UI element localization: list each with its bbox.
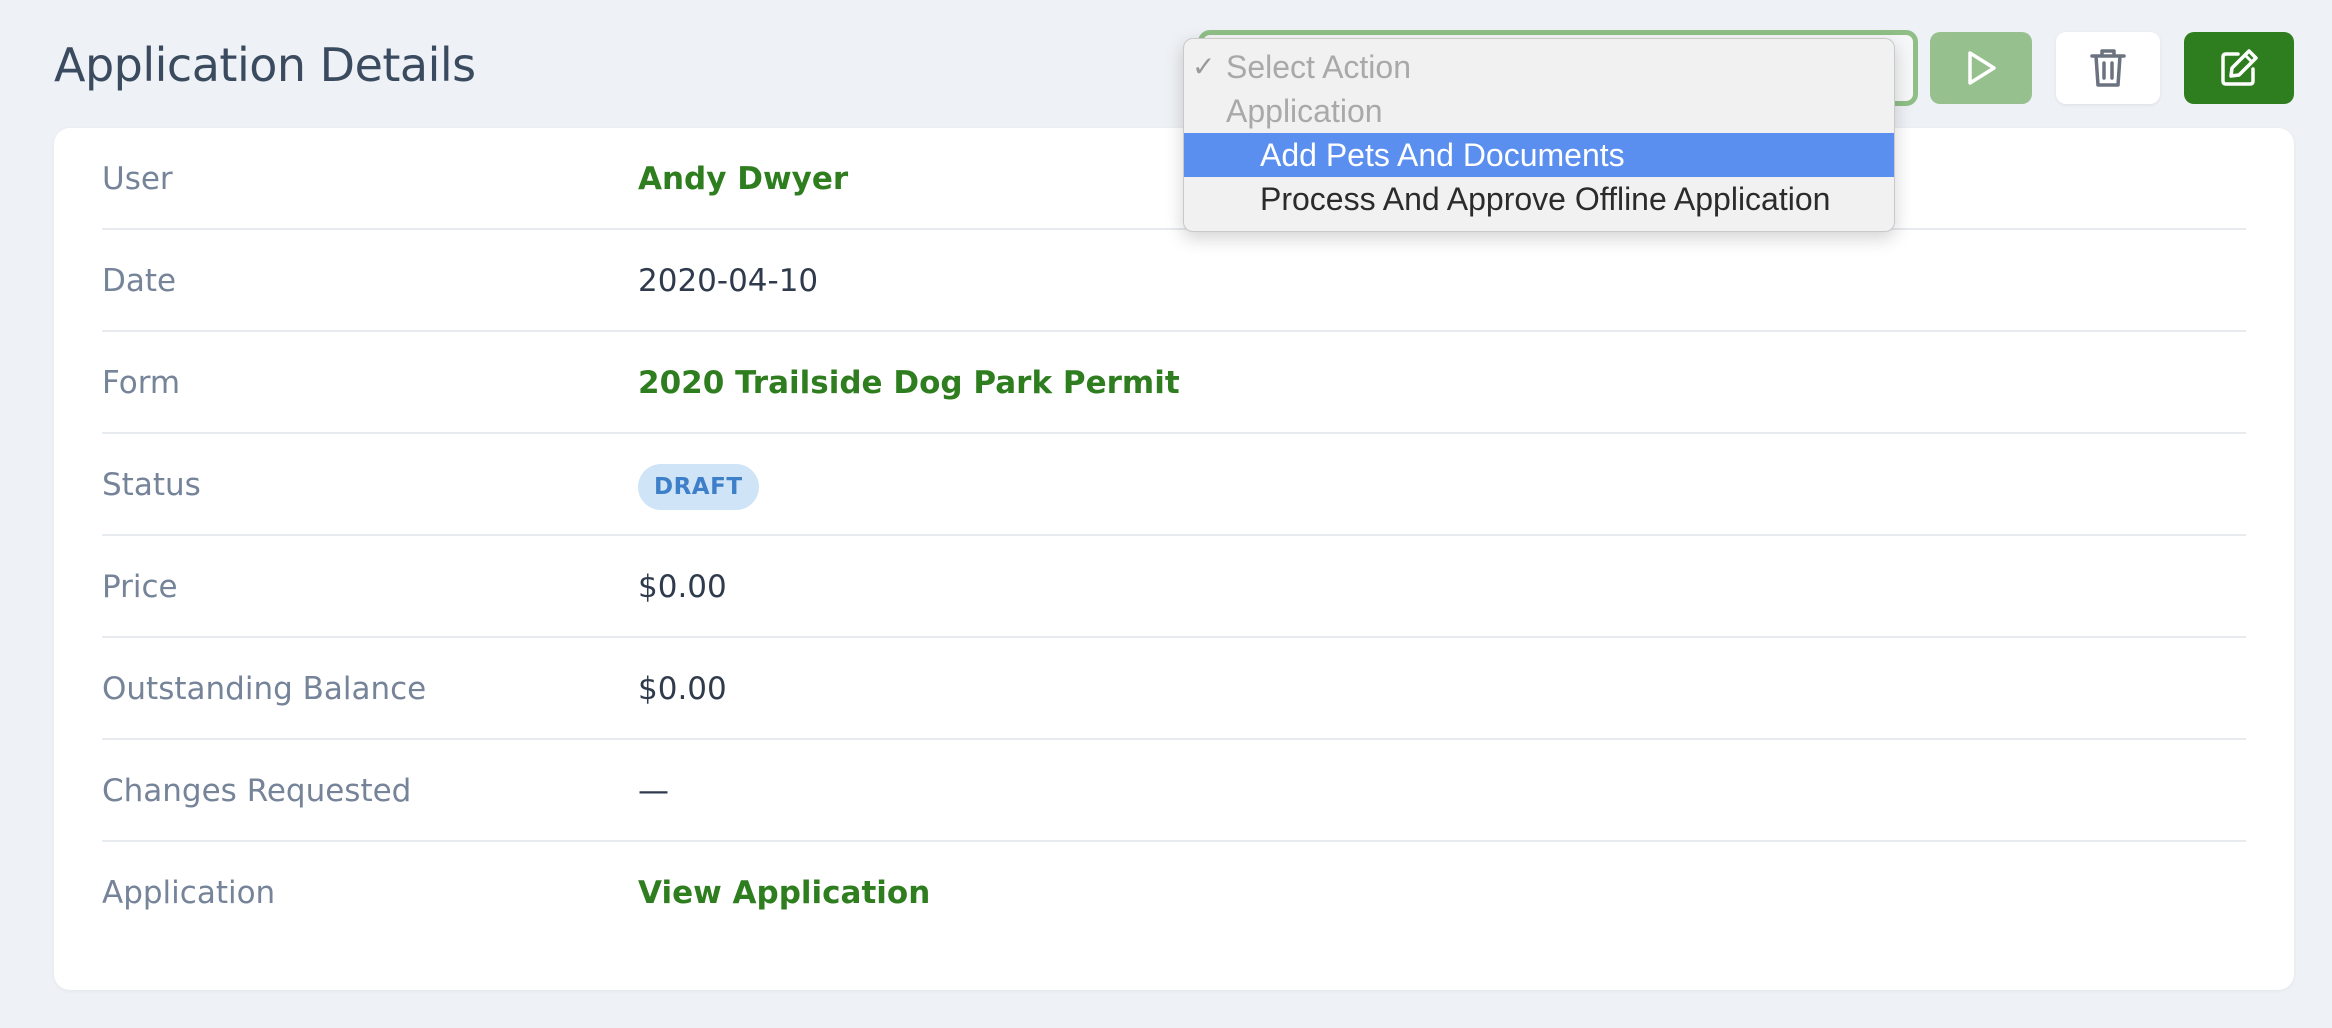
action-dropdown-menu: ✓ Select Action Application Add Pets And… xyxy=(1183,38,1895,232)
edit-button[interactable] xyxy=(2184,32,2294,104)
edit-icon xyxy=(2221,49,2258,86)
user-link[interactable]: Andy Dwyer xyxy=(638,128,848,230)
status-cell: DRAFT xyxy=(638,434,759,536)
view-application-link[interactable]: View Application xyxy=(638,842,930,944)
price-value: $0.00 xyxy=(638,569,727,605)
balance-value: $0.00 xyxy=(638,671,727,707)
delete-button[interactable] xyxy=(2056,32,2160,104)
dropdown-option-process-approve[interactable]: Process And Approve Offline Application xyxy=(1184,177,1894,221)
detail-row-changes: Changes Requested — xyxy=(102,740,2246,842)
detail-label: Price xyxy=(102,569,178,605)
page-title: Application Details xyxy=(54,38,476,92)
check-icon: ✓ xyxy=(1192,51,1216,82)
dropdown-option-add-pets[interactable]: Add Pets And Documents xyxy=(1184,133,1894,177)
play-icon xyxy=(1968,51,1996,85)
detail-row-date: Date 2020-04-10 xyxy=(102,230,2246,332)
detail-row-price: Price $0.00 xyxy=(102,536,2246,638)
run-action-button[interactable] xyxy=(1930,32,2032,104)
form-link[interactable]: 2020 Trailside Dog Park Permit xyxy=(638,332,1180,434)
dropdown-placeholder-label: Select Action xyxy=(1226,49,1411,85)
detail-row-form: Form 2020 Trailside Dog Park Permit xyxy=(102,332,2246,434)
details-card: User Andy Dwyer Date 2020-04-10 Form 202… xyxy=(54,128,2294,990)
detail-label: Outstanding Balance xyxy=(102,671,427,707)
dropdown-placeholder-item: ✓ Select Action xyxy=(1184,45,1894,89)
detail-label: Form xyxy=(102,365,181,401)
status-badge: DRAFT xyxy=(638,463,759,510)
dropdown-group-label: Application xyxy=(1226,93,1383,129)
detail-label: Application xyxy=(102,875,276,911)
detail-label: User xyxy=(102,161,173,197)
detail-row-balance: Outstanding Balance $0.00 xyxy=(102,638,2246,740)
date-value: 2020-04-10 xyxy=(638,263,819,299)
trash-icon xyxy=(2090,49,2126,87)
detail-row-user: User Andy Dwyer xyxy=(102,128,2246,230)
changes-value: — xyxy=(638,773,669,809)
detail-row-status: Status DRAFT xyxy=(102,434,2246,536)
detail-label: Status xyxy=(102,467,201,503)
detail-label: Date xyxy=(102,263,177,299)
detail-label: Changes Requested xyxy=(102,773,412,809)
detail-row-application: Application View Application xyxy=(102,842,2246,944)
